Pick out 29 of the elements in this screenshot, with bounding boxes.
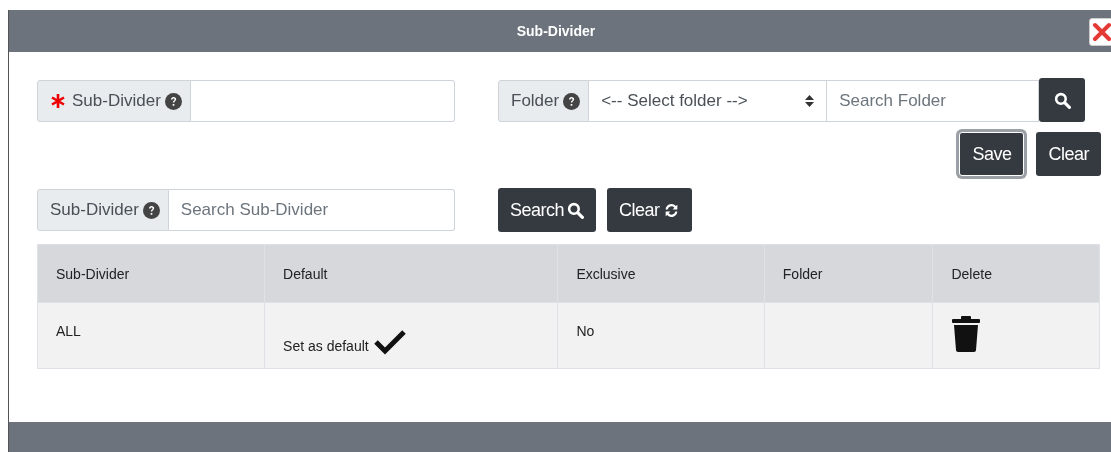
search-icon — [567, 201, 585, 219]
help-icon[interactable] — [142, 201, 160, 219]
search-folder-field[interactable]: Search Folder — [827, 80, 1040, 122]
search-button[interactable]: Search — [498, 188, 597, 232]
clear-button[interactable]: Clear — [1036, 132, 1101, 176]
close-button[interactable] — [1089, 18, 1111, 46]
table-cell: Set as default — [264, 302, 558, 369]
sort-arrows-icon — [805, 95, 815, 107]
text-field[interactable] — [190, 80, 455, 122]
search-field[interactable]: Search Sub-Divider — [168, 189, 455, 231]
clear-button[interactable]: Clear — [607, 188, 692, 232]
dialog-title: Sub-Divider — [516, 23, 596, 39]
table-cell: No — [557, 302, 765, 369]
help-icon[interactable] — [164, 92, 182, 110]
field-label: Folder — [511, 91, 560, 111]
help-icon[interactable] — [563, 92, 581, 110]
folder-select[interactable]: <-- Select folder --> — [589, 80, 828, 122]
trash-icon[interactable] — [951, 316, 982, 352]
table-cell: ALL — [37, 302, 265, 369]
column-header: Sub-Divider — [37, 244, 265, 303]
search-icon — [1053, 91, 1071, 109]
field-label: Sub-Divider — [72, 91, 161, 111]
column-header: Delete — [932, 244, 1100, 303]
column-header: Exclusive — [557, 244, 765, 303]
field-label: Sub-Divider — [50, 200, 139, 220]
search-button[interactable] — [1039, 78, 1086, 122]
save-button[interactable]: Save — [959, 132, 1025, 176]
column-header: Folder — [764, 244, 933, 303]
column-header: Default — [264, 244, 558, 303]
